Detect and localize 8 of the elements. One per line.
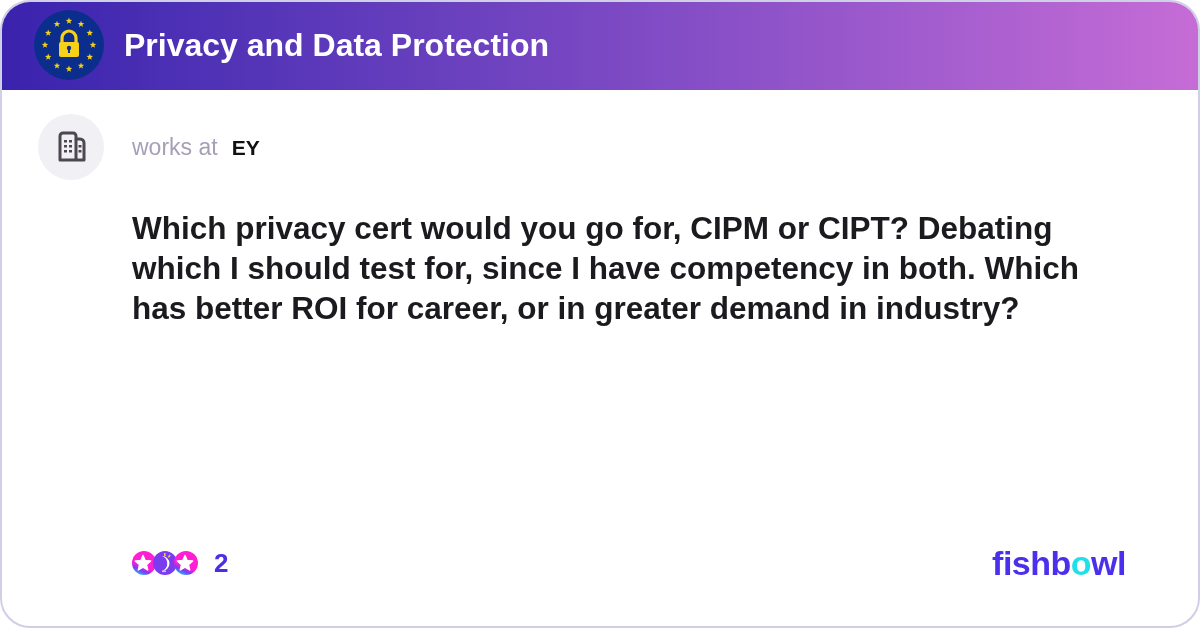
post-text: Which privacy cert would you go for, CIPM or CIPT? Debating which I should test for, since I have competency in both. Which has better ROI for career, or in greater demand in industry? xyxy=(132,209,1080,328)
padlock-stars-logo-icon xyxy=(34,10,104,80)
company-name: EY xyxy=(231,134,260,161)
group-title: Privacy and Data Protection xyxy=(124,29,550,61)
works-at-label: works at xyxy=(132,132,218,162)
brand-logo: fishbowl xyxy=(992,546,1126,580)
reaction-count: 2 xyxy=(214,550,229,576)
crescent-icon xyxy=(153,551,177,575)
